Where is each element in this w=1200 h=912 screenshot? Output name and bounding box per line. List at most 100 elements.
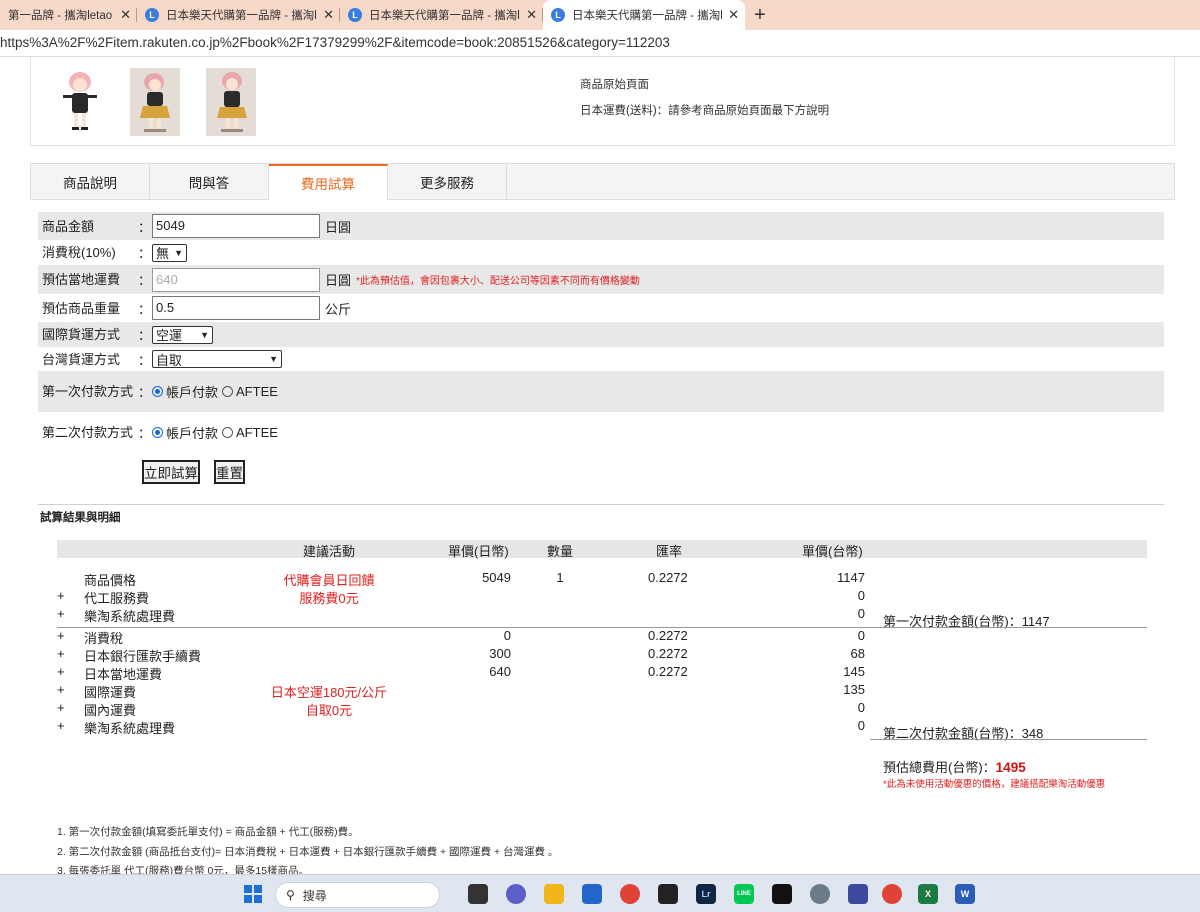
result-jpy: 640 <box>489 664 511 679</box>
product-thumbnail[interactable] <box>206 68 256 136</box>
figure-image <box>140 73 170 132</box>
colon: ： <box>138 219 152 235</box>
windows-start-icon[interactable] <box>244 885 262 903</box>
settings-icon[interactable] <box>810 884 830 904</box>
tab-fee-calculator[interactable]: 費用試算 <box>269 164 388 200</box>
close-icon[interactable]: ✕ <box>728 7 739 23</box>
meet-icon[interactable] <box>506 884 526 904</box>
result-name: 代工服務費 <box>84 591 150 606</box>
close-icon[interactable]: ✕ <box>323 7 334 23</box>
windows-taskbar: ⚲ 搜尋 Lr LINE X W <box>0 874 1200 912</box>
chrome-profile-icon[interactable] <box>882 884 902 904</box>
form-row-tw-shipping: 台灣貨運方式 ： 自取 ▼ <box>38 347 1164 371</box>
browser-tab-active[interactable]: L 日本樂天代購第一品牌 - 攜淘letao ✕ <box>543 0 745 30</box>
store-icon[interactable] <box>582 884 602 904</box>
line-icon[interactable]: LINE <box>734 884 754 904</box>
product-thumbnail[interactable] <box>55 68 105 136</box>
folder-icon[interactable] <box>544 884 564 904</box>
result-twd: 68 <box>850 646 865 661</box>
search-placeholder: 搜尋 <box>302 888 327 903</box>
payment-2-account-radio[interactable] <box>152 427 163 438</box>
file-explorer-icon[interactable] <box>468 884 488 904</box>
result-prefix: + <box>57 606 65 621</box>
result-twd: 0 <box>857 718 865 733</box>
colon: ： <box>138 385 152 400</box>
tab-title: 日本樂天代購第一品牌 - 攜淘letao <box>166 10 317 22</box>
close-icon[interactable]: ✕ <box>526 7 537 23</box>
estimated-total: 預估總費用(台幣)：1495 <box>883 757 1026 776</box>
tab-title: 日本樂天代購第一品牌 - 攜淘letao <box>572 10 723 22</box>
colon: ： <box>138 352 152 368</box>
reset-button[interactable]: 重置 <box>214 460 245 484</box>
intl-shipping-value: 空運 <box>156 328 183 343</box>
browser-tab[interactable]: 第一品牌 - 攜淘letao - ✕ <box>0 0 137 30</box>
colon: ： <box>138 426 152 441</box>
result-rate: 0.2272 <box>648 570 688 585</box>
tab-favicon-icon: L <box>551 8 565 22</box>
payment-1-aftee-label: AFTEE <box>236 384 278 399</box>
chevron-down-icon: ▼ <box>269 354 278 364</box>
tab-more-services[interactable]: 更多服務 <box>388 164 507 200</box>
app-icon[interactable] <box>848 884 868 904</box>
colon: ： <box>138 328 152 343</box>
tax-select[interactable]: 無 ▼ <box>152 243 187 262</box>
taskbar-search[interactable]: ⚲ 搜尋 <box>275 882 440 908</box>
payment-2-account-label: 帳戶付款 <box>166 426 219 441</box>
original-page-link[interactable]: 商品原始頁面 <box>580 76 649 92</box>
product-tabs: 商品說明 問與答 費用試算 更多服務 <box>30 163 1175 200</box>
browser-tab[interactable]: L 日本樂天代購第一品牌 - 攜淘letao ✕ <box>137 0 340 30</box>
header-qty: 數量 <box>547 544 574 559</box>
lightroom-icon[interactable]: Lr <box>696 884 716 904</box>
browser-tab-strip: 第一品牌 - 攜淘letao - ✕ L 日本樂天代購第一品牌 - 攜淘leta… <box>0 0 1200 30</box>
figure-image <box>217 72 247 132</box>
new-tab-button[interactable]: + <box>745 0 775 30</box>
tab-description[interactable]: 商品說明 <box>31 164 150 200</box>
shipping-note: 日本運費(送料)：請參考商品原始頁面最下方說明 <box>580 105 830 117</box>
payment-2-label: 第二次付款方式 <box>42 425 134 440</box>
result-activity: 服務費0元 <box>299 591 359 606</box>
result-twd: 0 <box>857 606 865 621</box>
price-unit: 日圓 <box>325 219 352 235</box>
form-row-tax: 消費稅(10%) ： 無 ▼ <box>38 240 1164 265</box>
tw-shipping-select[interactable]: 自取 ▼ <box>152 350 282 368</box>
product-box: 商品原始頁面 日本運費(送料)：請參考商品原始頁面最下方說明 <box>30 57 1175 146</box>
section-divider <box>38 504 1164 505</box>
payment-1-aftee-radio[interactable] <box>222 386 234 397</box>
weight-label: 預估商品重量 <box>42 300 121 316</box>
payment-2-aftee-radio[interactable] <box>222 427 234 438</box>
form-row-local-shipping: 預估當地運費 ： 640 日圓 *此為預估值，會因包裹大小、配送公司等因素不同而… <box>38 265 1164 294</box>
capture-icon[interactable] <box>658 884 678 904</box>
chrome-icon[interactable] <box>620 884 640 904</box>
result-twd: 1147 <box>837 570 865 585</box>
result-activity: 日本空運180元/公斤 <box>270 685 388 700</box>
results-separator <box>57 627 1147 628</box>
excel-icon[interactable]: X <box>918 884 938 904</box>
weight-unit: 公斤 <box>325 301 352 317</box>
result-activity: 自取0元 <box>305 703 353 718</box>
word-icon[interactable]: W <box>955 884 975 904</box>
calculate-button[interactable]: 立即試算 <box>142 460 200 484</box>
close-icon[interactable]: ✕ <box>120 7 131 23</box>
local-shipping-label: 預估當地運費 <box>42 272 121 287</box>
result-prefix: + <box>57 588 65 603</box>
browser-tab[interactable]: L 日本樂天代購第一品牌 - 攜淘letao ✕ <box>340 0 543 30</box>
price-input[interactable]: 5049 <box>152 214 320 238</box>
result-name: 日本銀行匯款手續費 <box>84 649 202 664</box>
payment-1-account-radio[interactable] <box>152 386 163 397</box>
intl-shipping-select[interactable]: 空運 ▼ <box>152 325 213 344</box>
tab-qa[interactable]: 問與答 <box>150 164 269 200</box>
tab-favicon-icon: L <box>145 8 159 22</box>
result-prefix: + <box>57 700 65 715</box>
result-prefix: + <box>57 682 65 697</box>
result-jpy: 0 <box>503 628 511 643</box>
weight-input[interactable]: 0.5 <box>152 296 320 320</box>
product-thumbnail[interactable] <box>130 68 180 136</box>
fee-calculator-form: 商品金額 ： 5049 日圓 消費稅(10%) ： 無 ▼ 預估當地運費 ： 64… <box>38 212 1164 453</box>
result-prefix: + <box>57 664 65 679</box>
price-label: 商品金額 <box>42 218 95 234</box>
address-bar[interactable]: https%3A%2F%2Fitem.rakuten.co.jp%2Fbook%… <box>0 30 1200 57</box>
result-name: 樂淘系統處理費 <box>84 721 176 736</box>
search-icon: ⚲ <box>286 888 295 902</box>
total-value: 1495 <box>995 760 1026 775</box>
capcut-icon[interactable] <box>772 884 792 904</box>
